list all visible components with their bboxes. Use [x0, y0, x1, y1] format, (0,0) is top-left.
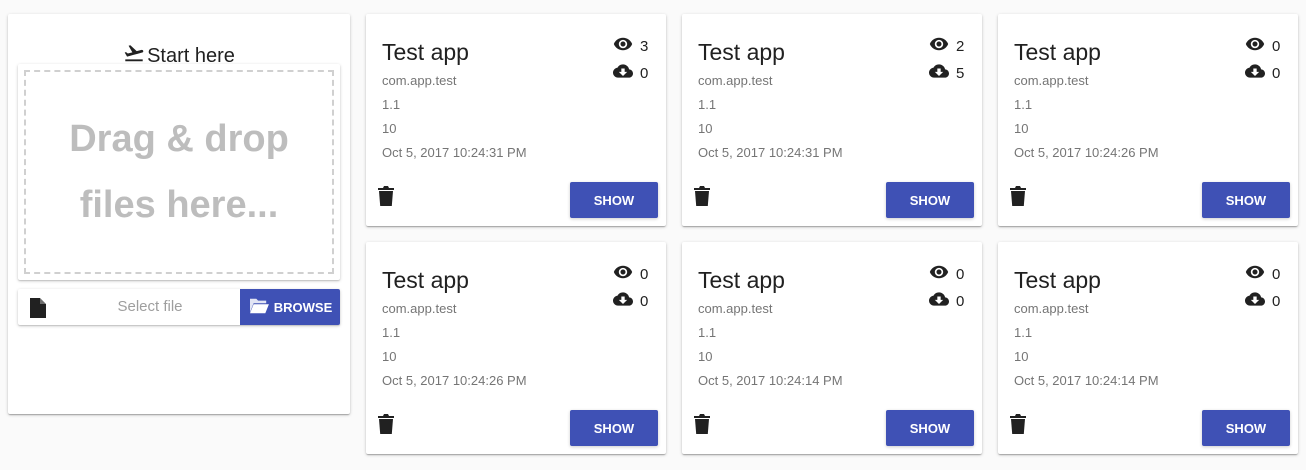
show-button[interactable]: SHOW [1202, 182, 1290, 218]
app-version: 1.1 [698, 325, 717, 340]
trash-icon[interactable] [1010, 186, 1026, 206]
app-date: Oct 5, 2017 10:24:26 PM [1014, 145, 1159, 160]
app-card: Test app com.app.test 1.1 10 Oct 5, 2017… [682, 14, 982, 226]
app-package: com.app.test [698, 73, 773, 88]
file-selector[interactable]: Select file BROWSE [18, 289, 340, 325]
app-package: com.app.test [1014, 301, 1089, 316]
dropzone[interactable]: Drag & drop files here... [18, 64, 340, 280]
views-stat: 0 [928, 262, 966, 286]
app-card: Test app com.app.test 1.1 10 Oct 5, 2017… [998, 14, 1298, 226]
downloads-count: 0 [956, 292, 965, 310]
views-count: 0 [1272, 37, 1281, 55]
app-date: Oct 5, 2017 10:24:31 PM [698, 145, 843, 160]
views-stat: 0 [1244, 34, 1282, 58]
app-build: 10 [698, 121, 713, 136]
eye-icon [612, 34, 634, 58]
app-package: com.app.test [382, 301, 457, 316]
app-version: 1.1 [1014, 97, 1033, 112]
views-count: 0 [956, 265, 965, 283]
app-date: Oct 5, 2017 10:24:14 PM [698, 373, 843, 388]
downloads-stat: 0 [1244, 289, 1282, 313]
downloads-stat: 5 [928, 61, 966, 85]
app-package: com.app.test [1014, 73, 1089, 88]
app-card: Test app com.app.test 1.1 10 Oct 5, 2017… [366, 14, 666, 226]
eye-icon [612, 262, 634, 286]
views-stat: 0 [612, 262, 650, 286]
app-title: Test app [382, 267, 469, 293]
app-package: com.app.test [382, 73, 457, 88]
app-build: 10 [1014, 349, 1029, 364]
app-title: Test app [1014, 39, 1101, 65]
app-version: 1.1 [1014, 325, 1033, 340]
downloads-count: 0 [640, 64, 649, 82]
show-button[interactable]: SHOW [886, 182, 974, 218]
views-count: 2 [956, 37, 965, 55]
downloads-stat: 0 [1244, 61, 1282, 85]
upload-panel: Start here Drag & drop files here... Sel… [8, 14, 350, 414]
app-build: 10 [1014, 121, 1029, 136]
app-version: 1.1 [382, 325, 401, 340]
trash-icon[interactable] [694, 186, 710, 206]
select-file-field[interactable]: Select file [58, 289, 242, 325]
views-count: 0 [640, 265, 649, 283]
cloud-download-icon [612, 61, 634, 85]
app-date: Oct 5, 2017 10:24:26 PM [382, 373, 527, 388]
app-card: Test app com.app.test 1.1 10 Oct 5, 2017… [366, 242, 666, 454]
app-card: Test app com.app.test 1.1 10 Oct 5, 2017… [682, 242, 982, 454]
show-button[interactable]: SHOW [570, 182, 658, 218]
browse-button[interactable]: BROWSE [240, 289, 340, 325]
trash-icon[interactable] [694, 414, 710, 434]
browse-label: BROWSE [273, 299, 333, 315]
app-date: Oct 5, 2017 10:24:14 PM [1014, 373, 1159, 388]
eye-icon [928, 262, 950, 286]
cloud-download-icon [1244, 61, 1266, 85]
app-build: 10 [698, 349, 713, 364]
downloads-count: 0 [1272, 292, 1281, 310]
show-button[interactable]: SHOW [570, 410, 658, 446]
app-title: Test app [1014, 267, 1101, 293]
app-title: Test app [698, 267, 785, 293]
show-button[interactable]: SHOW [886, 410, 974, 446]
downloads-stat: 0 [612, 61, 650, 85]
views-count: 3 [640, 37, 649, 55]
cloud-download-icon [612, 289, 634, 313]
downloads-count: 0 [1272, 64, 1281, 82]
downloads-stat: 0 [612, 289, 650, 313]
dropzone-text: Drag & drop files here... [24, 70, 334, 274]
app-build: 10 [382, 349, 397, 364]
trash-icon[interactable] [1010, 414, 1026, 434]
app-version: 1.1 [698, 97, 717, 112]
trash-icon[interactable] [378, 186, 394, 206]
views-stat: 2 [928, 34, 966, 58]
trash-icon[interactable] [378, 414, 394, 434]
cloud-download-icon [928, 61, 950, 85]
cloud-download-icon [928, 289, 950, 313]
app-build: 10 [382, 121, 397, 136]
views-stat: 0 [1244, 262, 1282, 286]
eye-icon [928, 34, 950, 58]
cloud-download-icon [1244, 289, 1266, 313]
eye-icon [1244, 34, 1266, 58]
show-button[interactable]: SHOW [1202, 410, 1290, 446]
app-title: Test app [382, 39, 469, 65]
downloads-stat: 0 [928, 289, 966, 313]
file-icon [30, 298, 46, 318]
folder-open-icon [248, 297, 270, 318]
app-title: Test app [698, 39, 785, 65]
downloads-count: 5 [956, 64, 965, 82]
app-version: 1.1 [382, 97, 401, 112]
views-stat: 3 [612, 34, 650, 58]
app-card: Test app com.app.test 1.1 10 Oct 5, 2017… [998, 242, 1298, 454]
app-package: com.app.test [698, 301, 773, 316]
downloads-count: 0 [640, 292, 649, 310]
eye-icon [1244, 262, 1266, 286]
views-count: 0 [1272, 265, 1281, 283]
app-date: Oct 5, 2017 10:24:31 PM [382, 145, 527, 160]
